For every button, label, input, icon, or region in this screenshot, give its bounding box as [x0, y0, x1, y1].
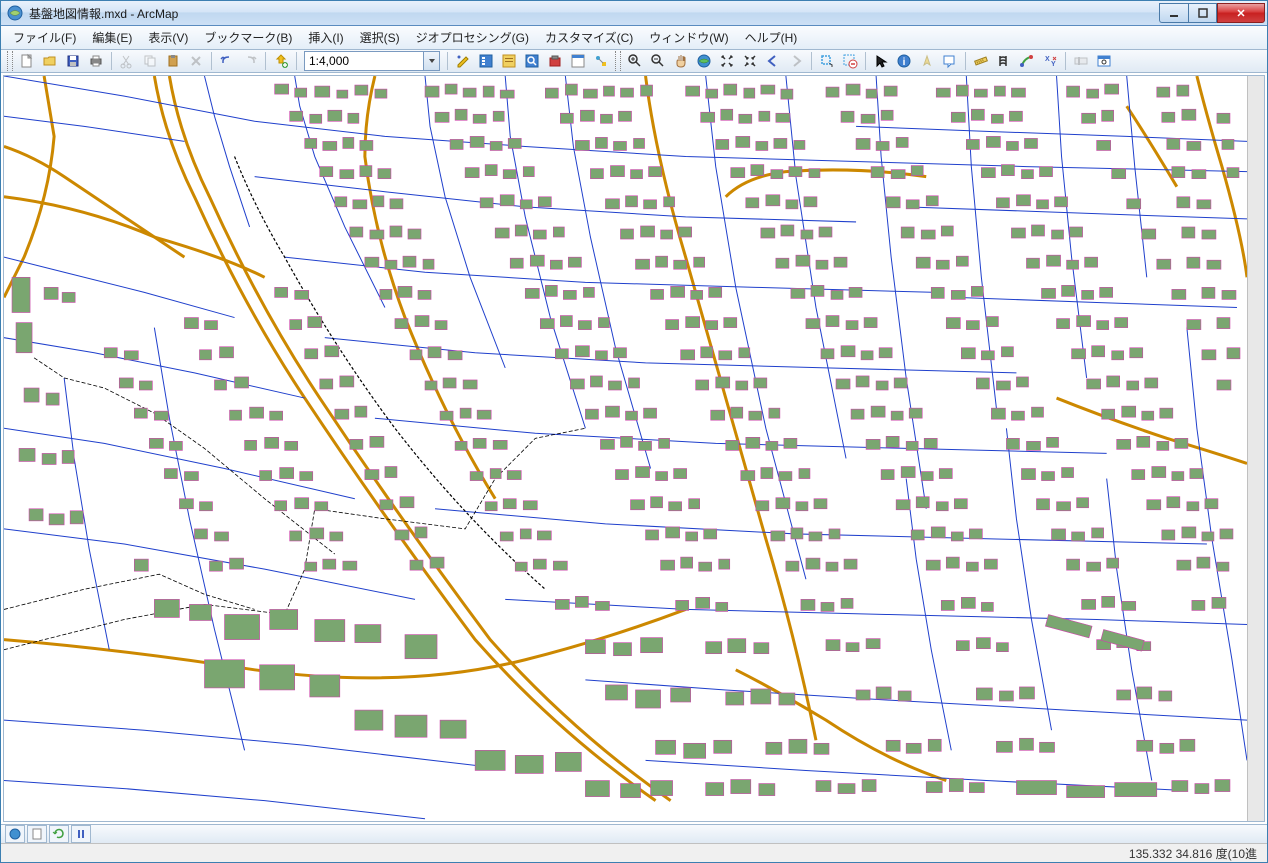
menu-insert[interactable]: 挿入(I) [300, 26, 351, 49]
arctoolbox-button[interactable] [544, 50, 566, 72]
menu-file[interactable]: ファイル(F) [5, 26, 84, 49]
toolbar: i XY [1, 50, 1267, 73]
find-route-button[interactable] [1016, 50, 1038, 72]
model-builder-button[interactable] [590, 50, 612, 72]
editor-toolbar-button[interactable] [452, 50, 474, 72]
select-features-button[interactable] [816, 50, 838, 72]
toolbar-separator [865, 52, 866, 70]
refresh-button[interactable] [49, 825, 69, 843]
open-button[interactable] [39, 50, 61, 72]
toolbar-separator [296, 52, 297, 70]
menu-selection[interactable]: 選択(S) [352, 26, 408, 49]
bottom-toolbar [1, 824, 1267, 843]
scale-control [304, 51, 440, 71]
maximize-button[interactable] [1188, 3, 1217, 23]
fixed-zoom-out-button[interactable] [739, 50, 761, 72]
pause-button[interactable] [71, 825, 91, 843]
vertical-scrollbar[interactable] [1247, 76, 1264, 821]
statusbar: 135.332 34.816 度(10進 [1, 843, 1267, 862]
zoom-in-button[interactable] [624, 50, 646, 72]
catalog-button[interactable] [498, 50, 520, 72]
menu-windows[interactable]: ウィンドウ(W) [641, 26, 736, 49]
pan-button[interactable] [670, 50, 692, 72]
undo-button[interactable] [216, 50, 238, 72]
menu-view[interactable]: 表示(V) [140, 26, 196, 49]
svg-text:i: i [903, 57, 906, 68]
select-elements-button[interactable] [870, 50, 892, 72]
viewer-window-button[interactable] [1093, 50, 1115, 72]
print-button[interactable] [85, 50, 107, 72]
menu-customize[interactable]: カスタマイズ(C) [537, 26, 641, 49]
scale-input[interactable] [304, 51, 424, 71]
delete-button [185, 50, 207, 72]
toolbar-grip[interactable] [615, 51, 621, 71]
new-button[interactable] [16, 50, 38, 72]
toolbar-separator [811, 52, 812, 70]
data-view-button[interactable] [5, 825, 25, 843]
search-window-button[interactable] [521, 50, 543, 72]
find-button[interactable] [993, 50, 1015, 72]
scale-dropdown[interactable] [424, 51, 440, 71]
save-button[interactable] [62, 50, 84, 72]
python-button[interactable] [567, 50, 589, 72]
zoom-out-button[interactable] [647, 50, 669, 72]
forward-button [785, 50, 807, 72]
html-popup-button[interactable] [939, 50, 961, 72]
layout-view-button[interactable] [27, 825, 47, 843]
menu-bookmarks[interactable]: ブックマーク(B) [196, 26, 300, 49]
minimize-button[interactable] [1159, 3, 1188, 23]
toolbar-separator [111, 52, 112, 70]
fixed-zoom-in-button[interactable] [716, 50, 738, 72]
redo-button [239, 50, 261, 72]
cut-button [116, 50, 138, 72]
back-button[interactable] [762, 50, 784, 72]
svg-text:X: X [1045, 56, 1050, 63]
full-extent-button[interactable] [693, 50, 715, 72]
menu-edit[interactable]: 編集(E) [84, 26, 140, 49]
menu-geoprocessing[interactable]: ジオプロセシング(G) [408, 26, 537, 49]
menubar: ファイル(F) 編集(E) 表示(V) ブックマーク(B) 挿入(I) 選択(S… [1, 26, 1267, 50]
go-to-xy-button[interactable]: XY [1039, 50, 1061, 72]
content-area [3, 75, 1265, 822]
toolbar-grip[interactable] [7, 51, 13, 71]
copy-button [139, 50, 161, 72]
measure-button[interactable] [970, 50, 992, 72]
toolbar-separator [447, 52, 448, 70]
svg-text:Y: Y [1051, 61, 1056, 68]
paste-button[interactable] [162, 50, 184, 72]
hyperlink-button [916, 50, 938, 72]
window-title: 基盤地図情報.mxd - ArcMap [29, 5, 1159, 22]
close-button[interactable] [1217, 3, 1265, 23]
toc-button[interactable] [475, 50, 497, 72]
clear-selection-button[interactable] [839, 50, 861, 72]
coordinates-display: 135.332 34.816 度(10進 [1129, 845, 1257, 862]
menu-help[interactable]: ヘルプ(H) [737, 26, 806, 49]
app-icon [7, 5, 23, 21]
identify-button[interactable]: i [893, 50, 915, 72]
map-canvas[interactable] [4, 76, 1247, 821]
add-data-button[interactable] [270, 50, 292, 72]
toolbar-separator [965, 52, 966, 70]
titlebar: 基盤地図情報.mxd - ArcMap [1, 1, 1267, 26]
toolbar-separator [265, 52, 266, 70]
toolbar-separator [1065, 52, 1066, 70]
toolbar-separator [211, 52, 212, 70]
time-slider-button [1070, 50, 1092, 72]
